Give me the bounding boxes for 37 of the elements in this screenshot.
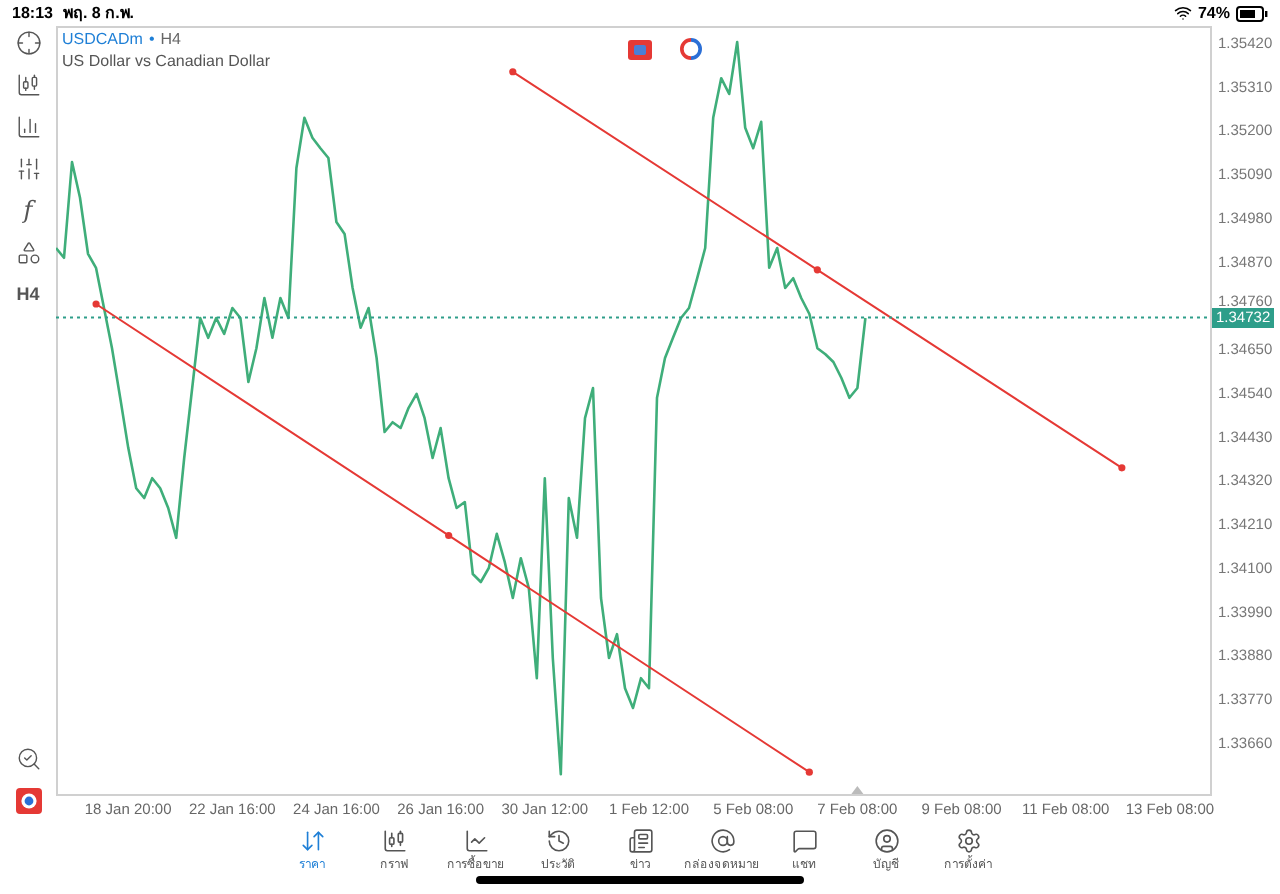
indicators-icon[interactable]	[15, 114, 41, 141]
arrows-up-down-icon	[299, 828, 325, 855]
candlestick-icon[interactable]	[15, 72, 41, 99]
candlestick-icon	[381, 828, 407, 855]
function-button[interactable]: f	[23, 198, 33, 225]
crosshair-icon[interactable]	[15, 30, 41, 57]
chat-icon	[791, 828, 817, 855]
settings-icon	[955, 828, 981, 855]
shapes-icon[interactable]	[15, 240, 41, 267]
timeframe-label: H4	[160, 28, 181, 51]
wifi-icon	[1173, 4, 1192, 23]
point	[509, 68, 517, 76]
battery-percent: 74%	[1197, 1, 1230, 26]
newspaper-icon	[627, 828, 653, 855]
app-logo-icon[interactable]	[15, 788, 41, 815]
separator-dot: •	[148, 28, 155, 51]
sliders-icon[interactable]	[15, 156, 41, 183]
point	[445, 532, 453, 540]
trade-panel-icon[interactable]	[628, 40, 652, 61]
point	[805, 768, 813, 777]
at-sign-icon	[709, 828, 735, 855]
point	[813, 266, 821, 274]
line-chart-icon	[463, 828, 489, 855]
trend-line[interactable]	[92, 300, 813, 777]
clock-time: 18:13	[12, 1, 53, 26]
scroll-marker-icon[interactable]	[851, 786, 864, 795]
point	[92, 300, 100, 309]
history-icon	[545, 828, 571, 855]
date-label: พฤ. 8 ก.พ.	[62, 1, 135, 26]
symbol-description: US Dollar vs Canadian Dollar	[62, 50, 271, 73]
user-icon	[873, 828, 899, 855]
symbol-name[interactable]: USDCADm	[62, 28, 143, 51]
battery-icon	[1236, 5, 1268, 22]
chart-search-icon[interactable]	[15, 746, 41, 773]
point	[1118, 464, 1126, 472]
ring-icon[interactable]	[680, 38, 702, 61]
timeframe-button[interactable]: H4	[16, 282, 40, 310]
